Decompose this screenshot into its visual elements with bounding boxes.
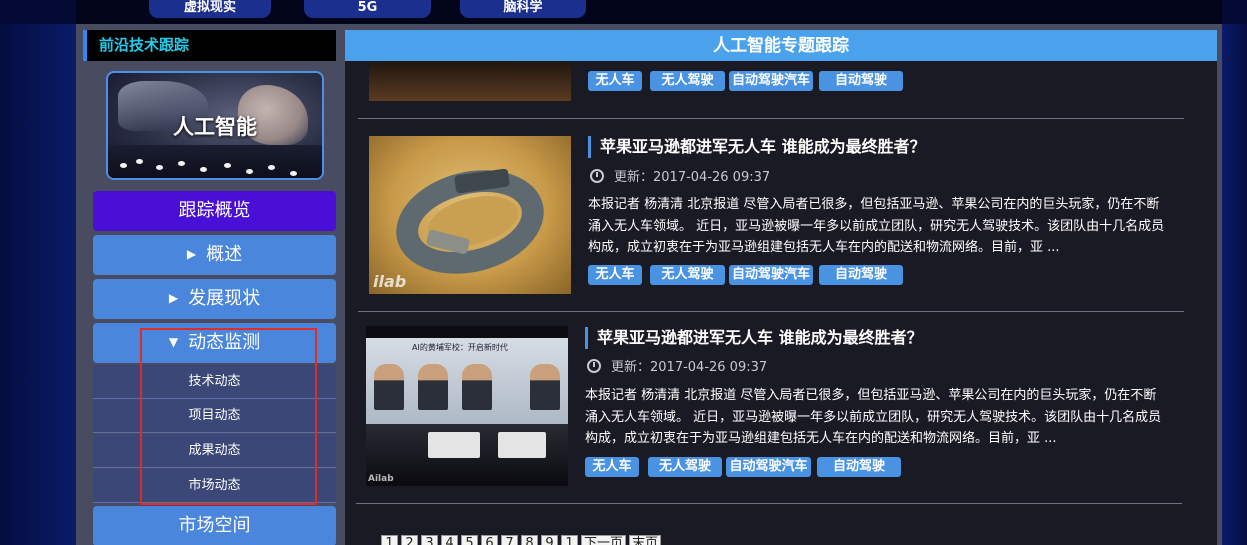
background-left xyxy=(0,24,76,545)
top-nav: 虚拟现实 5G 脑科学 xyxy=(0,0,1247,24)
article-thumbnail[interactable]: ilab xyxy=(369,136,571,294)
article-summary: 本报记者 杨清清 北京报道 尽管入局者已很多，但包括亚马逊、苹果公司在内的巨头玩… xyxy=(588,194,1164,259)
summary-line: 本报记者 杨清清 北京报道 尽管入局者已很多，但包括亚马逊、苹果公司在内的巨头玩… xyxy=(585,388,1157,403)
tag[interactable]: 自动驾驶汽车 xyxy=(729,71,813,91)
article-title[interactable]: 苹果亚马逊都进军无人车 谁能成为最终胜者？ xyxy=(585,327,923,349)
tag[interactable]: 无人车 xyxy=(588,265,642,285)
top-nav-tab-5g[interactable]: 5G xyxy=(304,0,431,18)
divider xyxy=(358,118,1184,119)
next-page-link[interactable]: 下一页 xyxy=(581,535,627,545)
summary-line: 涌入无人车领域。 近日，亚马逊被曝一年多以前成立团队，研究无人驾驶技术。该团队由… xyxy=(588,218,1165,234)
tag[interactable]: 自动驾驶汽车 xyxy=(729,265,813,285)
sidebar-item-label: 跟踪概览 xyxy=(178,200,251,221)
image-watermark: Ailab xyxy=(368,474,394,484)
triangle-right-icon: ▶ xyxy=(186,247,197,261)
article-update-time: 更新：2017-04-26 09:37 xyxy=(611,360,768,375)
tag[interactable]: 自动驾驶 xyxy=(819,71,903,91)
page-link[interactable]: 5 xyxy=(461,535,478,545)
page-link[interactable]: 4 xyxy=(441,535,458,545)
sidebar-item-label: 市场空间 xyxy=(178,515,251,536)
article-title[interactable]: 苹果亚马逊都进军无人车 谁能成为最终胜者？ xyxy=(588,136,926,158)
ai-banner-label: 人工智能 xyxy=(173,115,257,139)
triangle-right-icon: ▶ xyxy=(168,291,179,305)
tag[interactable]: 无人车 xyxy=(588,71,642,91)
summary-line: 构成，成立初衷在于为亚马逊组建包括无人车在内的配送和物流网络。目前，亚 ... xyxy=(588,240,1060,255)
tag[interactable]: 无人驾驶 xyxy=(650,71,725,91)
page-link[interactable]: 1 xyxy=(561,535,578,545)
article-meta: 更新：2017-04-26 09:37 xyxy=(590,169,770,187)
article-thumbnail[interactable]: AI的黄埔军校：开启新时代 Ailab xyxy=(366,326,568,486)
clock-icon xyxy=(587,359,601,373)
image-screen-title: AI的黄埔军校：开启新时代 xyxy=(412,343,508,352)
sidebar-item-label: 动态监测 xyxy=(188,332,261,353)
summary-line: 本报记者 杨清清 北京报道 尽管入局者已很多，但包括亚马逊、苹果公司在内的巨头玩… xyxy=(588,197,1160,212)
pagination: 1 2 3 4 5 6 7 8 9 1 下一页 末页 xyxy=(381,535,662,545)
tag[interactable]: 自动驾驶 xyxy=(817,457,901,477)
tag[interactable]: 无人驾驶 xyxy=(648,457,722,477)
content-header: 人工智能专题跟踪 xyxy=(345,30,1217,61)
sidebar-subitem-project-news[interactable]: 项目动态 xyxy=(93,399,336,433)
divider xyxy=(358,311,1184,312)
sidebar-subitem-tech-news[interactable]: 技术动态 xyxy=(93,365,336,399)
page-link[interactable]: 3 xyxy=(421,535,438,545)
triangle-down-icon: ▼ xyxy=(168,335,179,349)
sidebar-item-overview[interactable]: 跟踪概览 xyxy=(93,191,336,231)
article-thumbnail[interactable] xyxy=(369,61,571,101)
tag[interactable]: 自动驾驶 xyxy=(819,265,903,285)
page-link[interactable]: 9 xyxy=(541,535,558,545)
summary-line: 涌入无人车领域。 近日，亚马逊被曝一年多以前成立团队，研究无人驾驶技术。该团队由… xyxy=(585,409,1162,425)
ai-topic-banner[interactable]: 人工智能 xyxy=(106,71,324,180)
sidebar-item-summary[interactable]: ▶ 概述 xyxy=(93,235,336,275)
image-watermark: ilab xyxy=(373,272,407,291)
sidebar-item-label: 概述 xyxy=(206,244,243,265)
page-link[interactable]: 2 xyxy=(401,535,418,545)
sidebar-item-label: 发展现状 xyxy=(188,288,261,309)
background-right xyxy=(1222,24,1247,545)
clock-icon xyxy=(590,169,604,183)
sidebar-item-market-space[interactable]: 市场空间 xyxy=(93,506,336,545)
top-nav-tab-brain-science[interactable]: 脑科学 xyxy=(460,0,586,18)
last-page-link[interactable]: 末页 xyxy=(629,535,662,545)
article-summary: 本报记者 杨清清 北京报道 尽管入局者已很多，但包括亚马逊、苹果公司在内的巨头玩… xyxy=(585,385,1161,450)
page-link[interactable]: 1 xyxy=(381,535,398,545)
article-update-time: 更新：2017-04-26 09:37 xyxy=(614,170,771,185)
tag[interactable]: 自动驾驶汽车 xyxy=(726,457,811,477)
sidebar-subitem-result-news[interactable]: 成果动态 xyxy=(93,434,336,468)
summary-line: 构成，成立初衷在于为亚马逊组建包括无人车在内的配送和物流网络。目前，亚 ... xyxy=(585,431,1057,446)
sidebar-item-status[interactable]: ▶ 发展现状 xyxy=(93,279,336,319)
sidebar-subitem-market-news[interactable]: 市场动态 xyxy=(93,469,336,503)
page-link[interactable]: 8 xyxy=(521,535,538,545)
page-link[interactable]: 7 xyxy=(501,535,518,545)
tag[interactable]: 无人车 xyxy=(585,457,639,477)
article-meta: 更新：2017-04-26 09:37 xyxy=(587,359,767,377)
sidebar-title: 前沿技术跟踪 xyxy=(83,30,336,61)
divider xyxy=(356,503,1182,504)
tag[interactable]: 无人驾驶 xyxy=(650,265,725,285)
sidebar-item-monitoring[interactable]: ▼ 动态监测 xyxy=(93,323,336,363)
go-board-image xyxy=(108,145,322,178)
page-link[interactable]: 6 xyxy=(481,535,498,545)
top-nav-tab-vr[interactable]: 虚拟现实 xyxy=(149,0,271,18)
